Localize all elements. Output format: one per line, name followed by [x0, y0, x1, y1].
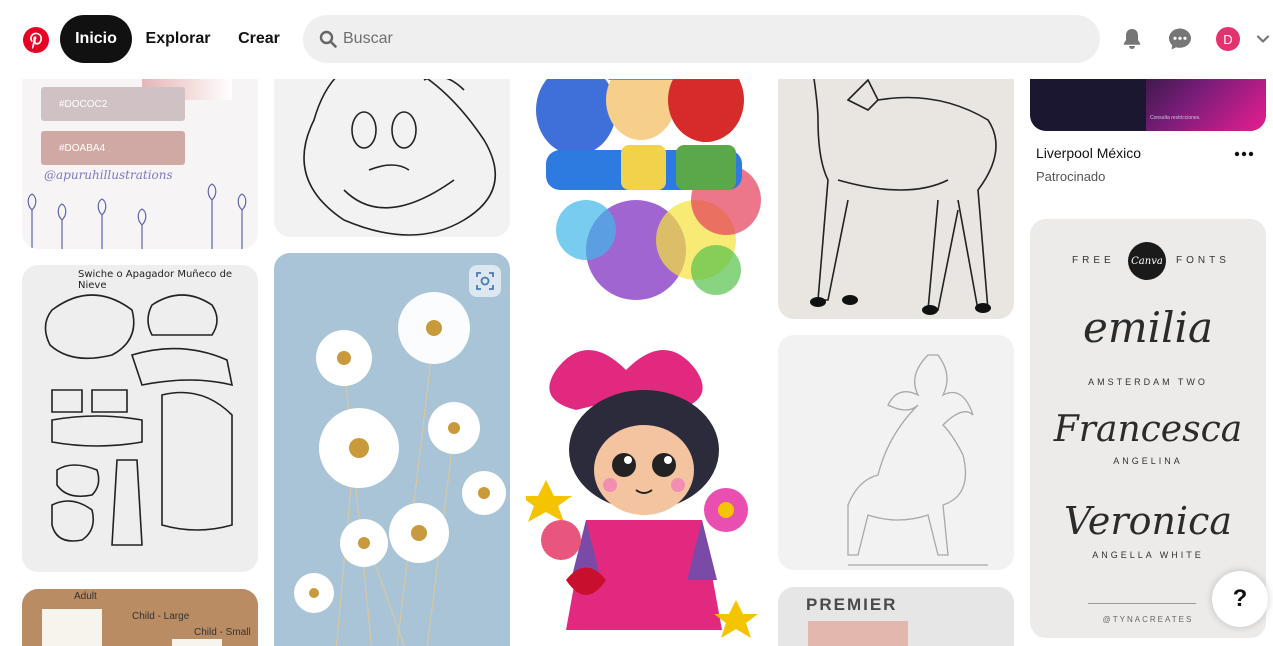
- pin-deer-drawing[interactable]: [778, 40, 1014, 319]
- fonts-fonts-text: FONTS: [1176, 255, 1230, 266]
- chevron-down-icon[interactable]: [1256, 32, 1270, 46]
- pin-reindeer-outline[interactable]: [778, 335, 1014, 570]
- nav-create-button[interactable]: Crear: [228, 15, 290, 63]
- user-avatar[interactable]: D: [1216, 27, 1240, 51]
- pin-apron-sizes[interactable]: Adult Child - Large Child - Small: [22, 589, 258, 646]
- daisy-photo: [294, 292, 506, 646]
- inside-out-illustration: [536, 58, 761, 300]
- ad-advertiser-name[interactable]: Liverpool México: [1036, 145, 1141, 161]
- font-sample-2-label: ANGELINA: [1113, 456, 1183, 466]
- search-icon: [319, 30, 337, 48]
- canva-logo: Canva: [1128, 242, 1166, 280]
- font-sample-3-name: Veronica: [1063, 499, 1233, 543]
- pin-mexican-doll[interactable]: [526, 330, 762, 643]
- premier-brand-text: PREMIER: [806, 595, 898, 614]
- premier-product-image: [808, 621, 908, 646]
- pin-premier-product[interactable]: PREMIER: [778, 587, 1014, 646]
- deer-sketch: [807, 40, 997, 315]
- pinterest-logo-icon[interactable]: [22, 26, 50, 54]
- search-input[interactable]: [343, 15, 1083, 63]
- visual-search-icon: [476, 272, 494, 290]
- mexican-doll-illustration: [526, 350, 758, 638]
- help-button[interactable]: ?: [1212, 571, 1268, 627]
- fonts-free-text: FREE: [1072, 255, 1115, 266]
- fonts-divider: [1088, 603, 1196, 604]
- chat-icon[interactable]: [1168, 27, 1192, 51]
- tulip-illustration: [27, 183, 247, 249]
- font-sample-1-name: emilia: [1082, 303, 1214, 352]
- more-options-icon[interactable]: [1234, 146, 1254, 162]
- reindeer-outline-drawing: [847, 354, 988, 566]
- apron-label-adult: Adult: [74, 591, 97, 602]
- visual-search-button[interactable]: [469, 265, 501, 297]
- bell-icon[interactable]: [1120, 27, 1144, 51]
- snowman-pattern-drawing: [44, 294, 234, 546]
- apron-shape-small: [172, 639, 222, 646]
- ad-disclaimer: Consulta restricciones.: [1150, 115, 1201, 121]
- font-sample-3-label: ANGELLA WHITE: [1092, 550, 1204, 560]
- font-sample-2-name: Francesca: [1053, 409, 1243, 450]
- apron-label-child-large: Child - Large: [132, 611, 190, 622]
- apron-label-child-small: Child - Small: [194, 627, 251, 638]
- top-navigation-bar: Inicio Explorar Crear D: [0, 0, 1273, 79]
- nav-home-button[interactable]: Inicio: [60, 15, 132, 63]
- apron-shape: [42, 609, 102, 646]
- pin-snowman-template[interactable]: Swiche o Apagador Muñeco de Nieve: [22, 265, 258, 572]
- palette-swatch-2: #DOABA4: [41, 131, 185, 165]
- search-bar[interactable]: [303, 15, 1100, 63]
- pin-daisy-flowers[interactable]: [274, 253, 510, 646]
- ad-sponsored-label: Patrocinado: [1036, 169, 1106, 184]
- font-sample-1-label: AMSTERDAM TWO: [1088, 377, 1208, 387]
- pin-inside-out-characters[interactable]: [526, 40, 762, 314]
- palette-swatch-1: #DOCOC2: [41, 87, 185, 121]
- nav-explore-button[interactable]: Explorar: [136, 15, 220, 63]
